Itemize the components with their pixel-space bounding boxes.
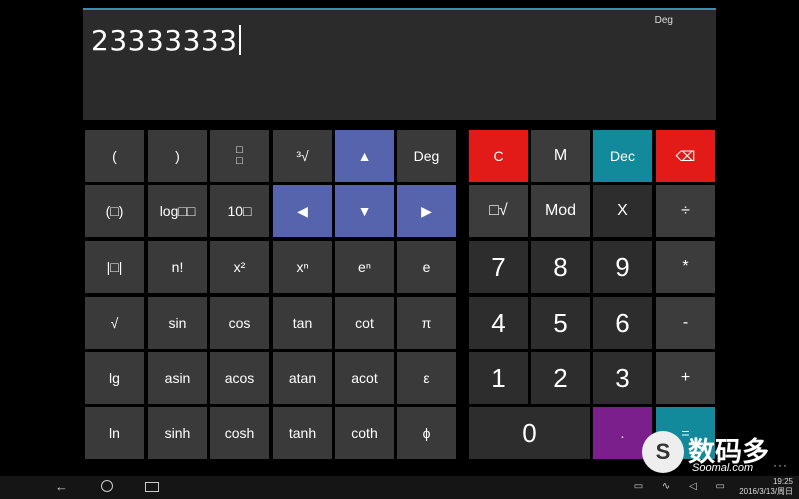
memory-button[interactable]: M <box>531 130 590 182</box>
cot-button[interactable]: cot <box>335 297 394 349</box>
system-tray-icons[interactable]: ▭ ∿ ◁ ▭ <box>634 481 733 492</box>
one-button[interactable]: 1 <box>469 352 528 404</box>
soomal-logo-icon: S <box>642 431 684 473</box>
two-button[interactable]: 2 <box>531 352 590 404</box>
divide-button[interactable]: ÷ <box>656 185 715 237</box>
six-button[interactable]: 6 <box>593 297 652 349</box>
text-caret <box>238 25 241 55</box>
up-arrow-button[interactable]: ▲ <box>335 130 394 182</box>
multiply-button[interactable]: * <box>656 241 715 293</box>
e-button[interactable]: e <box>397 241 456 293</box>
acos-button[interactable]: acos <box>210 352 269 404</box>
display-panel: Deg 23333333 <box>83 8 716 120</box>
abs-button[interactable]: |□| <box>85 241 144 293</box>
back-arrow-icon[interactable]: ← <box>55 479 68 494</box>
clock-date: 2016/3/13/周日 <box>739 487 793 496</box>
power-button[interactable]: xⁿ <box>273 241 332 293</box>
sin-button[interactable]: sin <box>148 297 207 349</box>
rparen-button[interactable]: ) <box>148 130 207 182</box>
lparen-button[interactable]: ( <box>85 130 144 182</box>
epsilon-button[interactable]: ε <box>397 352 456 404</box>
cube-root-button[interactable]: ³√ <box>273 130 332 182</box>
zero-button[interactable]: 0 <box>469 407 590 459</box>
log-base-button[interactable]: log□□ <box>148 185 207 237</box>
five-button[interactable]: 5 <box>531 297 590 349</box>
pow10-button[interactable]: 10□ <box>210 185 269 237</box>
three-button[interactable]: 3 <box>593 352 652 404</box>
clear-button[interactable]: C <box>469 130 528 182</box>
right-arrow-button[interactable]: ▶ <box>397 185 456 237</box>
angle-mode-label: Deg <box>654 15 673 26</box>
home-icon[interactable] <box>101 480 113 492</box>
clock[interactable]: 19:25 2016/3/13/周日 <box>739 477 793 497</box>
dec-button[interactable]: Dec <box>593 130 652 182</box>
square-button[interactable]: x² <box>210 241 269 293</box>
lg-button[interactable]: lg <box>85 352 144 404</box>
watermark-en: Soomal.com <box>692 462 754 474</box>
phi-button[interactable]: ϕ <box>397 407 456 459</box>
plus-button[interactable]: + <box>656 352 715 404</box>
coth-button[interactable]: coth <box>335 407 394 459</box>
pi-button[interactable]: π <box>397 297 456 349</box>
cosh-button[interactable]: cosh <box>210 407 269 459</box>
atan-button[interactable]: atan <box>273 352 332 404</box>
display-value[interactable]: 23333333 <box>91 24 241 57</box>
acot-button[interactable]: acot <box>335 352 394 404</box>
sinh-button[interactable]: sinh <box>148 407 207 459</box>
taskbar: ← ▭ ∿ ◁ ▭ 19:25 2016/3/13/周日 <box>0 476 799 499</box>
nth-root-button[interactable]: □√ <box>469 185 528 237</box>
paren-box-button[interactable]: (□) <box>85 185 144 237</box>
asin-button[interactable]: asin <box>148 352 207 404</box>
tan-button[interactable]: tan <box>273 297 332 349</box>
deg-button[interactable]: Deg <box>397 130 456 182</box>
fraction-button[interactable]: □ □ <box>210 130 269 182</box>
mod-button[interactable]: Mod <box>531 185 590 237</box>
down-arrow-button[interactable]: ▼ <box>335 185 394 237</box>
backspace-icon: ⌫ <box>675 147 696 164</box>
sqrt-button[interactable]: √ <box>85 297 144 349</box>
ln-button[interactable]: ln <box>85 407 144 459</box>
seven-button[interactable]: 7 <box>469 241 528 293</box>
x-button[interactable]: X <box>593 185 652 237</box>
task-view-icon[interactable] <box>145 482 159 492</box>
four-button[interactable]: 4 <box>469 297 528 349</box>
nine-button[interactable]: 9 <box>593 241 652 293</box>
minus-button[interactable]: - <box>656 297 715 349</box>
cos-button[interactable]: cos <box>210 297 269 349</box>
tanh-button[interactable]: tanh <box>273 407 332 459</box>
left-arrow-button[interactable]: ◀ <box>273 185 332 237</box>
clock-time: 19:25 <box>772 477 793 486</box>
more-options-icon[interactable]: ··· <box>773 458 788 472</box>
factorial-button[interactable]: n! <box>148 241 207 293</box>
exp-button[interactable]: eⁿ <box>335 241 394 293</box>
eight-button[interactable]: 8 <box>531 241 590 293</box>
backspace-button[interactable]: ⌫ <box>656 130 715 182</box>
